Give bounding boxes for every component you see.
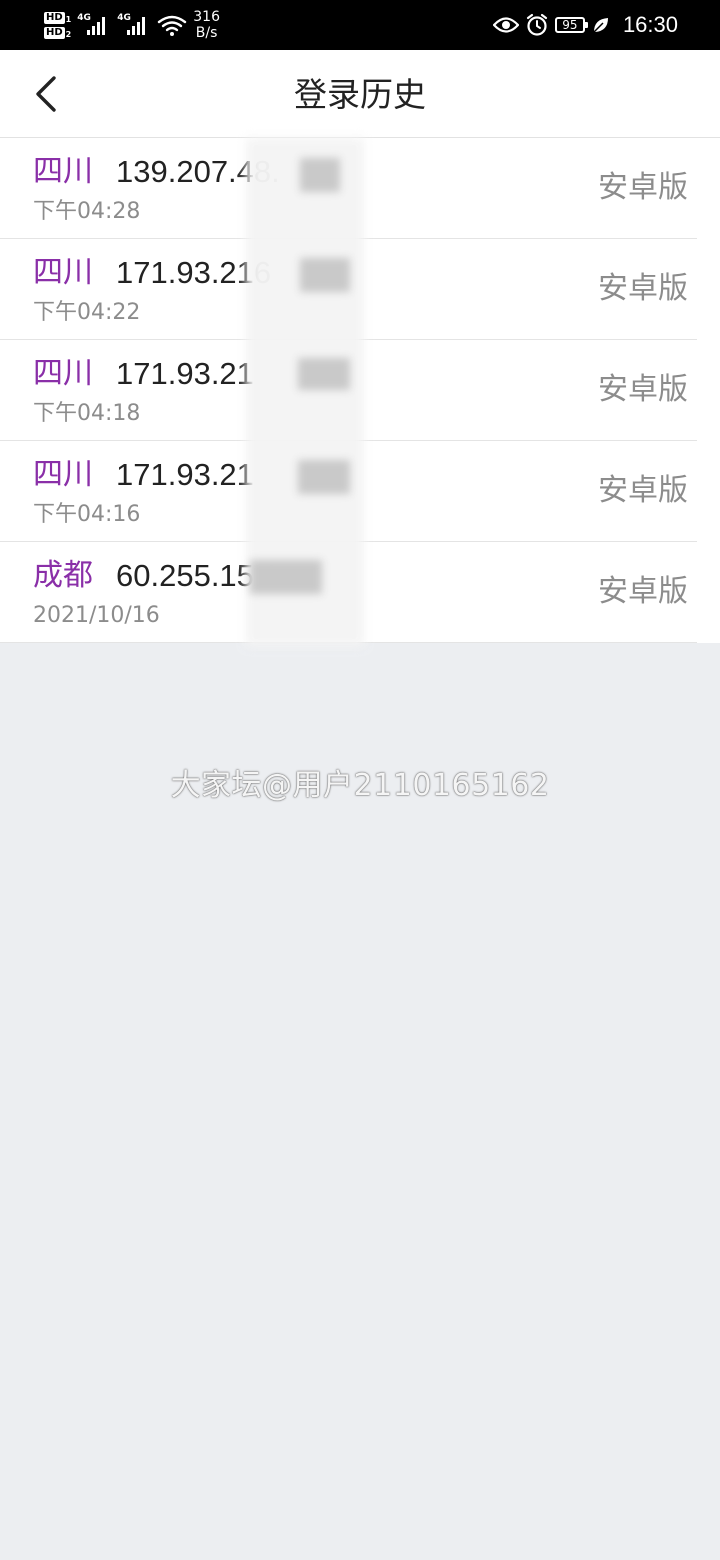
- login-platform: 安卓版: [598, 170, 688, 205]
- login-time: 2021/10/16: [33, 603, 160, 628]
- status-bar: HD 1 HD 2 4G 4G 316 B/s 95 16:30: [0, 0, 720, 50]
- status-left: HD 1 HD 2 4G 4G 316 B/s: [44, 6, 220, 44]
- mosaic-block: [298, 358, 350, 390]
- login-region: 四川: [33, 356, 93, 391]
- login-platform: 安卓版: [598, 574, 688, 609]
- page-title: 登录历史: [294, 75, 426, 114]
- hd-indicators: HD 1 HD 2: [44, 11, 72, 39]
- login-time: 下午04:28: [33, 199, 141, 224]
- login-ip: 171.93.21: [116, 356, 254, 391]
- hd-1-icon: HD 1: [44, 11, 72, 24]
- mosaic-block: [300, 158, 340, 192]
- login-ip: 171.93.21: [116, 457, 254, 492]
- battery-level: 95: [562, 18, 578, 32]
- login-time: 下午04:18: [33, 401, 141, 426]
- login-platform: 安卓版: [598, 473, 688, 508]
- mosaic-block: [298, 460, 350, 494]
- speed-unit: B/s: [195, 25, 218, 41]
- alarm-icon: [526, 13, 548, 36]
- login-time: 下午04:22: [33, 300, 141, 325]
- login-region: 四川: [33, 154, 93, 189]
- leaf-icon: [593, 18, 608, 33]
- login-region: 四川: [33, 255, 93, 290]
- hd-2-icon: HD 2: [44, 26, 72, 39]
- login-platform: 安卓版: [598, 271, 688, 306]
- login-time: 下午04:16: [33, 502, 141, 527]
- status-time: 16:30: [622, 12, 678, 37]
- signal-1-icon: 4G: [77, 13, 111, 37]
- speed-value: 316: [193, 9, 220, 25]
- nav-bar: 登录历史: [0, 50, 720, 138]
- watermark: 大家坛@用户2110165162: [170, 768, 550, 803]
- signal-2-icon: 4G: [117, 13, 151, 37]
- mosaic-block: [250, 560, 322, 594]
- eye-icon: [492, 17, 519, 33]
- network-speed: 316 B/s: [193, 9, 220, 41]
- login-platform: 安卓版: [598, 372, 688, 407]
- mosaic-block: [300, 258, 350, 292]
- battery-icon: 95: [554, 17, 588, 33]
- status-right: 95 16:30: [492, 0, 678, 50]
- login-region: 四川: [33, 457, 93, 492]
- wifi-icon: [158, 15, 187, 36]
- login-region: 成都: [33, 558, 93, 593]
